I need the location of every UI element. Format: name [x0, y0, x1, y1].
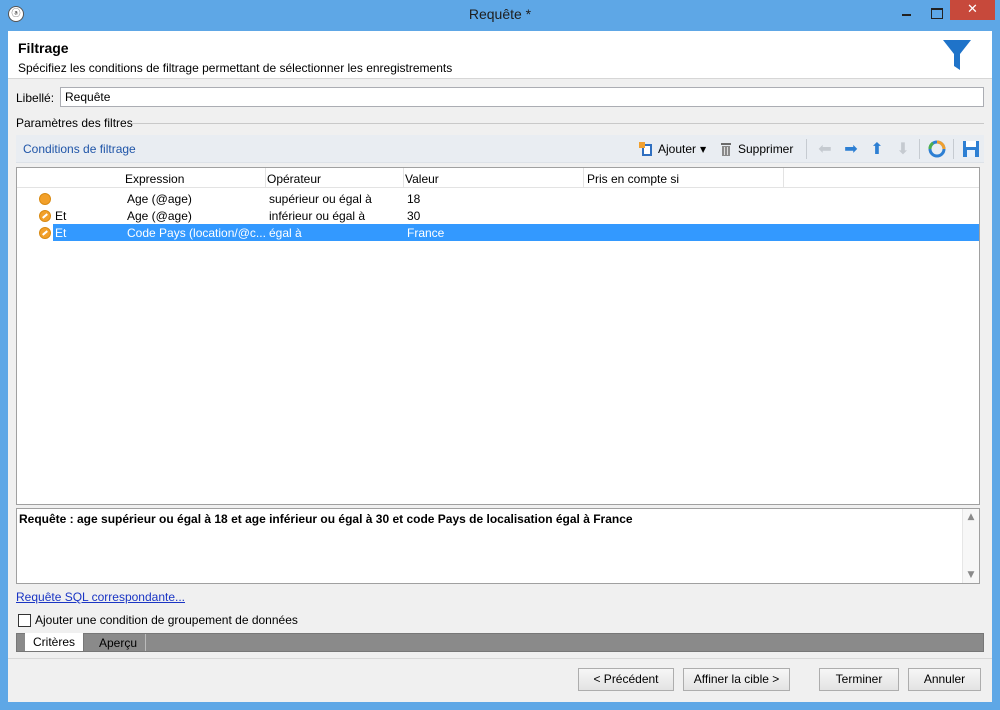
row-value: France [407, 226, 445, 240]
arrow-down-icon[interactable]: ⬇ [893, 139, 913, 159]
tab-criteres[interactable]: Critères [25, 633, 85, 651]
funnel-icon [943, 40, 971, 70]
row-connector: Et [55, 209, 67, 223]
dialog-body: Filtrage Spécifiez les conditions de fil… [8, 31, 992, 702]
column-divider[interactable] [265, 168, 266, 188]
column-header-value[interactable]: Valeur [405, 172, 439, 186]
cancel-button[interactable]: Annuler [908, 668, 981, 691]
row-connector: Et [55, 226, 67, 240]
delete-button[interactable]: Supprimer [714, 138, 797, 160]
summary-scrollbar[interactable]: ▲ ▼ [962, 509, 979, 583]
query-summary[interactable]: Requête : age supérieur ou égal à 18 et … [16, 508, 980, 584]
refresh-preview-icon[interactable] [927, 139, 947, 159]
close-button[interactable]: ✕ [950, 0, 995, 20]
finish-button[interactable]: Terminer [819, 668, 899, 691]
maximize-button[interactable] [922, 2, 950, 23]
column-divider[interactable] [583, 168, 584, 188]
row-operator: inférieur ou égal à [269, 209, 366, 223]
conditions-toolbar: Conditions de filtrage Ajouter ▼ Supprim [16, 135, 984, 163]
row-expression: Age (@age) [127, 209, 192, 223]
tab-apercu[interactable]: Aperçu [91, 634, 147, 651]
column-header-operator[interactable]: Opérateur [267, 172, 321, 186]
table-row[interactable]: Age (@age) supérieur ou égal à 18 [17, 190, 979, 207]
page-subtitle: Spécifiez les conditions de filtrage per… [18, 61, 453, 75]
add-button[interactable]: Ajouter ▼ [634, 138, 710, 160]
sql-query-link[interactable]: Requête SQL correspondante... [16, 590, 185, 604]
toolbar-separator [806, 139, 807, 159]
row-operator: supérieur ou égal à [269, 192, 372, 206]
linked-condition-icon [39, 210, 51, 222]
title-bar[interactable]: ⓐ Requête * ✕ [0, 0, 1000, 30]
column-header-condition[interactable]: Pris en compte si [587, 172, 679, 186]
footer-divider [8, 658, 992, 659]
chevron-down-icon[interactable]: ▼ [700, 145, 706, 154]
arrow-up-icon[interactable]: ⬆ [867, 139, 887, 159]
condition-icon [39, 193, 51, 205]
libelle-label: Libellé: [16, 91, 55, 105]
minimize-button[interactable] [893, 2, 921, 23]
column-header-expression[interactable]: Expression [125, 172, 184, 186]
grouping-checkbox-row[interactable]: Ajouter une condition de groupement de d… [18, 613, 298, 627]
table-row-selected[interactable]: Et Code Pays (location/@c... égal à Fran… [17, 224, 979, 241]
trash-icon [721, 143, 731, 156]
page-title: Filtrage [18, 40, 69, 56]
conditions-grid[interactable]: Expression Opérateur Valeur Pris en comp… [16, 167, 980, 505]
close-icon: ✕ [967, 2, 978, 17]
previous-button[interactable]: < Précédent [578, 668, 674, 691]
row-expression: Code Pays (location/@c... [127, 226, 266, 240]
add-condition-icon [639, 142, 652, 156]
grouping-checkbox-label[interactable]: Ajouter une condition de groupement de d… [35, 613, 298, 627]
column-divider[interactable] [783, 168, 784, 188]
arrow-right-icon[interactable]: ➡ [841, 139, 861, 159]
toolbar-separator [919, 139, 920, 159]
libelle-input[interactable] [60, 87, 984, 107]
bottom-tabs: Critères Aperçu [16, 633, 984, 652]
wizard-header: Filtrage Spécifiez les conditions de fil… [8, 31, 992, 79]
arrow-left-icon[interactable]: ⬅ [815, 139, 835, 159]
conditions-tab[interactable]: Conditions de filtrage [23, 142, 136, 156]
save-icon[interactable] [961, 139, 981, 159]
row-value: 18 [407, 192, 421, 206]
scroll-up-icon[interactable]: ▲ [963, 509, 979, 525]
delete-label: Supprimer [738, 142, 794, 156]
toolbar-separator [953, 139, 954, 159]
linked-condition-icon [39, 227, 51, 239]
add-label: Ajouter [658, 142, 697, 156]
filter-params-heading: Paramètres des filtres [16, 116, 135, 130]
row-operator: égal à [269, 226, 302, 240]
row-value: 30 [407, 209, 421, 223]
table-row[interactable]: Et Age (@age) inférieur ou égal à 30 [17, 207, 979, 224]
window-title: Requête * [468, 6, 532, 22]
window: ⓐ Requête * ✕ Filtrage Spécifiez les con… [0, 0, 1000, 710]
grouping-checkbox[interactable] [18, 613, 31, 627]
row-expression: Age (@age) [127, 192, 192, 206]
query-summary-text: Requête : age supérieur ou égal à 18 et … [19, 512, 633, 526]
scroll-down-icon[interactable]: ▼ [963, 567, 979, 583]
grid-header: Expression Opérateur Valeur Pris en comp… [17, 168, 979, 188]
column-divider[interactable] [403, 168, 404, 188]
group-divider [132, 123, 984, 124]
refine-target-button[interactable]: Affiner la cible > [683, 668, 790, 691]
